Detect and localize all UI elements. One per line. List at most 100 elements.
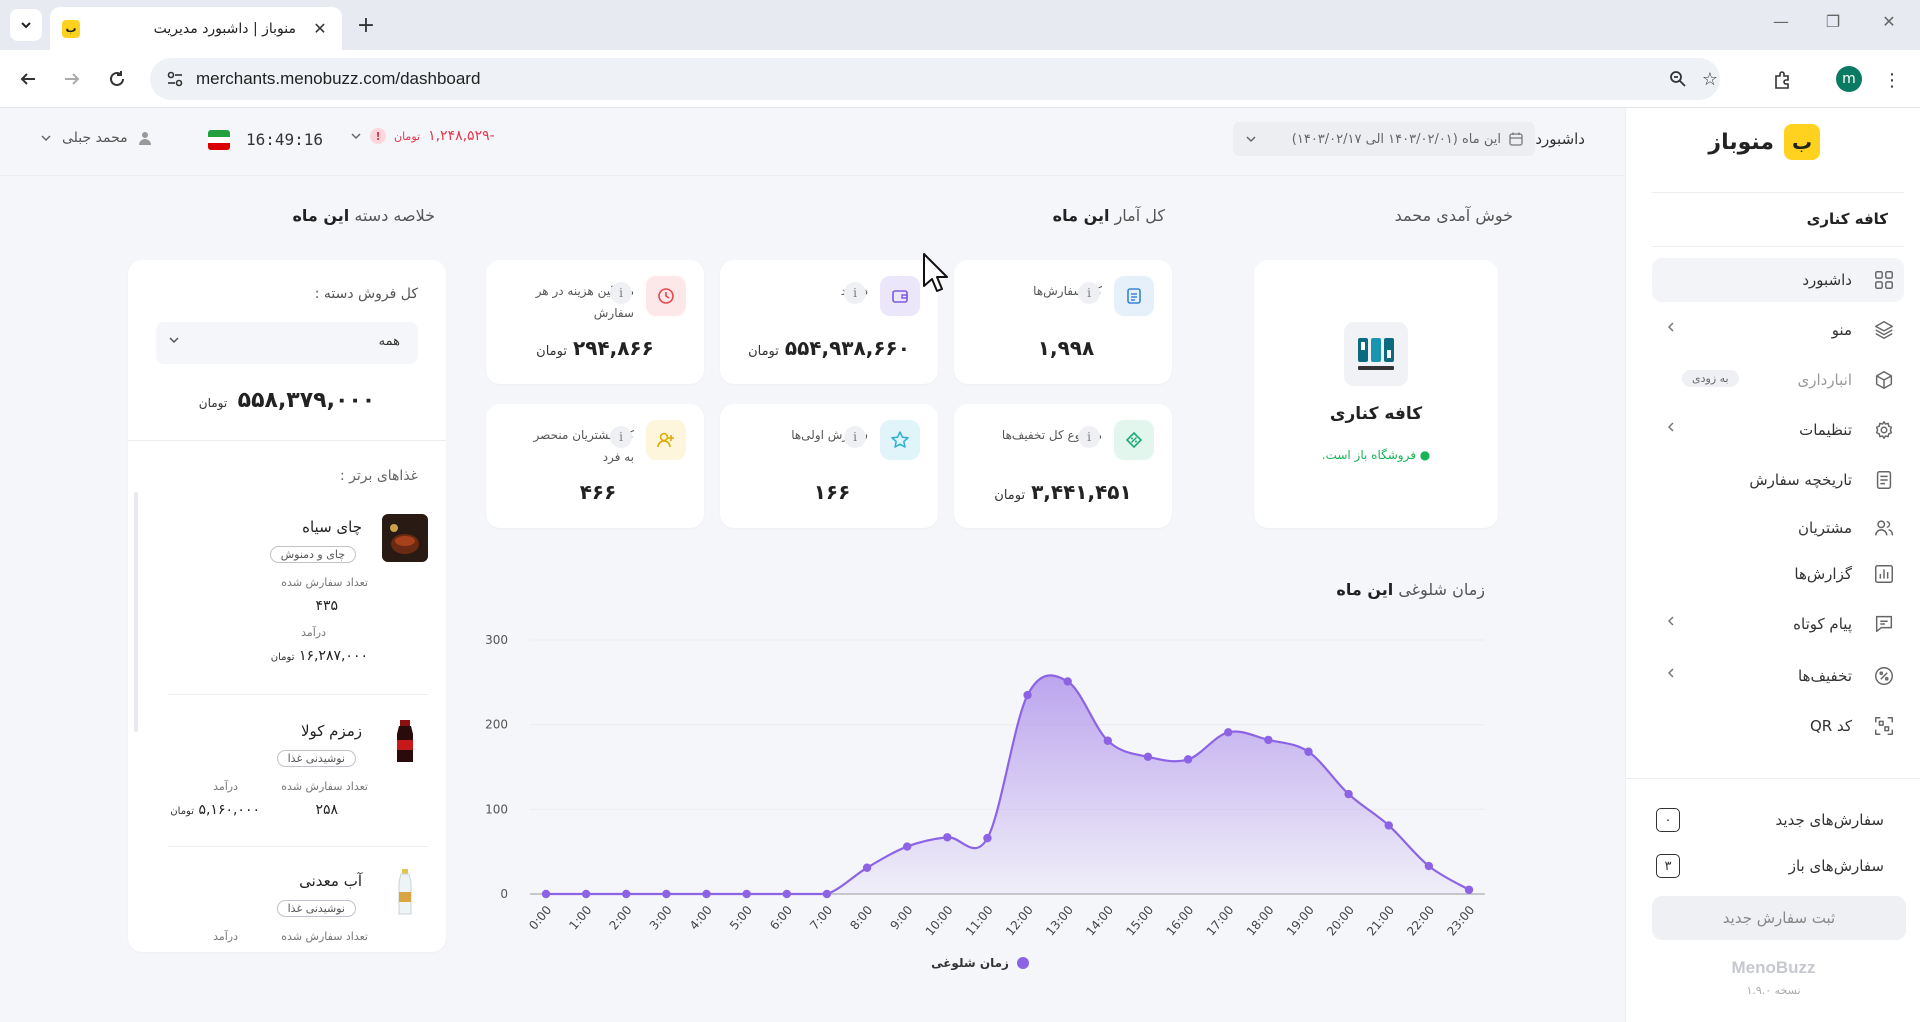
x-tick-label: 0:00 [526, 903, 554, 933]
back-button[interactable] [14, 65, 42, 93]
top-food-item[interactable]: زمزم کولا نوشیدنی غذا تعداد سفارش شده ۲۵… [148, 718, 428, 838]
food-category-tag: نوشیدنی غذا [276, 750, 356, 767]
info-icon[interactable]: i [844, 426, 866, 448]
info-icon[interactable]: i [610, 426, 632, 448]
date-range-picker[interactable]: این ماه (۱۴۰۳/۰۲/۰۱ الی ۱۴۰۳/۰۲/۱۷) [1233, 122, 1535, 156]
x-tick-label: 2:00 [607, 903, 635, 933]
data-point [943, 833, 952, 842]
site-settings-icon[interactable] [166, 70, 184, 88]
reload-button[interactable] [103, 65, 131, 93]
stat-value: ۲۹۴,۸۶۶ تومان [486, 336, 704, 360]
stats-title-period: این ماه [1052, 206, 1110, 225]
open-orders-row[interactable]: سفارش‌های باز ۳ [1652, 848, 1904, 884]
divider [128, 440, 446, 441]
tab-title: منوباز | داشبورد مدیریت [153, 20, 296, 37]
top-foods-label: غذاهای برتر : [339, 468, 418, 484]
sidebar-item-3[interactable]: انبارداری به زودی [1652, 358, 1904, 402]
footer-brand: MenoBuzz [1731, 958, 1816, 977]
revenue-unit: تومان [270, 652, 295, 663]
app-version: نسخه ۱.۹.۰ [1746, 984, 1801, 997]
info-icon[interactable]: i [1078, 282, 1100, 304]
top-food-item[interactable]: آب معدنی نوشیدنی غذا تعداد سفارش شده درآ… [148, 868, 428, 952]
sidebar-item-9[interactable]: تخفیف‌ها [1652, 654, 1904, 698]
sidebar-item-1[interactable]: داشبورد [1652, 258, 1904, 302]
data-point [541, 889, 551, 899]
summary-title-period: این ماه [292, 206, 350, 225]
balance-amount: -۱,۲۴۸,۵۲۹ [428, 128, 495, 144]
balance-indicator[interactable]: -۱,۲۴۸,۵۲۹ تومان ! [350, 128, 495, 144]
sidebar-item-6[interactable]: مشتریان [1652, 506, 1904, 550]
x-tick-label: 22:00 [1404, 903, 1437, 938]
busy-title-period: این ماه [1336, 580, 1394, 599]
series-area [546, 675, 1469, 894]
scrollbar[interactable] [134, 492, 138, 732]
data-point [581, 889, 591, 899]
restore-icon[interactable]: ❐ [1818, 12, 1848, 31]
menobuzz-favicon-icon: ب [62, 19, 80, 38]
sidebar-item-5[interactable]: تاریخچه سفارش [1652, 458, 1904, 502]
address-bar[interactable]: merchants.menobuzz.com/dashboard ☆ [150, 58, 1720, 100]
store-logo [1344, 322, 1408, 386]
discount-tag-icon [1114, 420, 1154, 460]
chevron-left-icon [1666, 667, 1676, 683]
zoom-icon[interactable] [1668, 69, 1688, 89]
sidebar-item-8[interactable]: پیام کوتاه [1652, 602, 1904, 646]
sidebar-item-2[interactable]: منو [1652, 308, 1904, 352]
info-icon[interactable]: i [844, 282, 866, 304]
browser-tab[interactable]: ب منوباز | داشبورد مدیریت ✕ [50, 7, 342, 50]
sidebar-item-4[interactable]: تنظیمات [1652, 408, 1904, 452]
chevron-left-icon [1666, 421, 1676, 437]
sidebar-item-7[interactable]: گزارش‌ها [1652, 552, 1904, 596]
close-tab-icon[interactable]: ✕ [310, 19, 330, 38]
data-point [1344, 789, 1353, 799]
stat-value: ۵۵۴,۹۳۸,۶۶۰ تومان [720, 336, 938, 360]
data-point [862, 863, 872, 872]
qr-icon [1872, 714, 1896, 738]
x-tick-label: 18:00 [1244, 903, 1277, 938]
data-point [1063, 677, 1072, 686]
chart-legend[interactable]: زمان شلوغی [470, 956, 1490, 970]
minimize-icon[interactable]: — [1766, 12, 1796, 31]
close-window-icon[interactable]: ✕ [1874, 12, 1904, 31]
new-tab-button[interactable]: + [352, 11, 380, 39]
category-select[interactable]: همه [156, 322, 418, 364]
iran-flag-icon [208, 130, 230, 150]
data-point [622, 889, 631, 899]
info-icon[interactable]: i [610, 282, 632, 304]
extensions-icon[interactable] [1770, 68, 1794, 92]
food-name: زمزم کولا [300, 722, 362, 740]
new-order-button[interactable]: ثبت سفارش جدید [1652, 896, 1906, 940]
info-icon[interactable]: i [1078, 426, 1100, 448]
tab-search-button[interactable] [10, 9, 42, 41]
sidebar-item-10[interactable]: کد QR [1652, 704, 1904, 748]
x-tick-label: 6:00 [767, 903, 795, 933]
summary-title-prefix: خلاصه دسته [354, 206, 435, 225]
bookmark-star-icon[interactable]: ☆ [1700, 69, 1720, 90]
menobuzz-logo-icon: ب [1784, 124, 1820, 160]
profile-avatar[interactable]: m [1836, 66, 1862, 92]
mouse-cursor-icon [923, 253, 948, 292]
total-sales-value: ۵۵۸,۳۷۹,۰۰۰ تومان [128, 388, 446, 413]
chevron-down-icon [168, 334, 180, 349]
browser-tab-bar: ب منوباز | داشبورد مدیریت ✕ + — ❐ ✕ [0, 0, 1920, 50]
user-menu[interactable]: محمد جبلی [40, 130, 152, 146]
forward-button[interactable] [58, 65, 86, 93]
brand[interactable]: ب منوباز [1708, 124, 1820, 160]
url-text: merchants.menobuzz.com/dashboard [196, 69, 481, 88]
cafe-logo-icon [1358, 338, 1394, 370]
x-tick-label: 4:00 [687, 903, 715, 933]
stat-number: ۱۶۶ [813, 480, 851, 504]
x-tick-label: 13:00 [1043, 903, 1076, 938]
revenue-label: درآمد [213, 930, 238, 943]
new-orders-row[interactable]: سفارش‌های جدید ۰ [1652, 802, 1904, 838]
revenue-label: درآمد [301, 626, 326, 639]
browser-menu-icon[interactable]: ⋮ [1880, 68, 1904, 92]
stat-number: ۱,۹۹۸ [1037, 336, 1095, 360]
busy-time-chart: 0 100 200 300 0:00 1:00 2:00 3:00 4:00 5:00 6:00 7:… [470, 618, 1490, 983]
x-tick-label: 5:00 [727, 903, 755, 933]
new-orders-label: سفارش‌های جدید [1775, 811, 1884, 829]
busy-time-chart-svg: 0 100 200 300 0:00 1:00 2:00 3:00 4:00 5:00 6:00 7:… [485, 633, 1485, 938]
new-orders-count: ۰ [1656, 808, 1680, 832]
data-point [1464, 885, 1474, 894]
top-food-item[interactable]: چای سیاه چای و دمنوش تعداد سفارش شده ۴۳۵… [148, 514, 428, 664]
